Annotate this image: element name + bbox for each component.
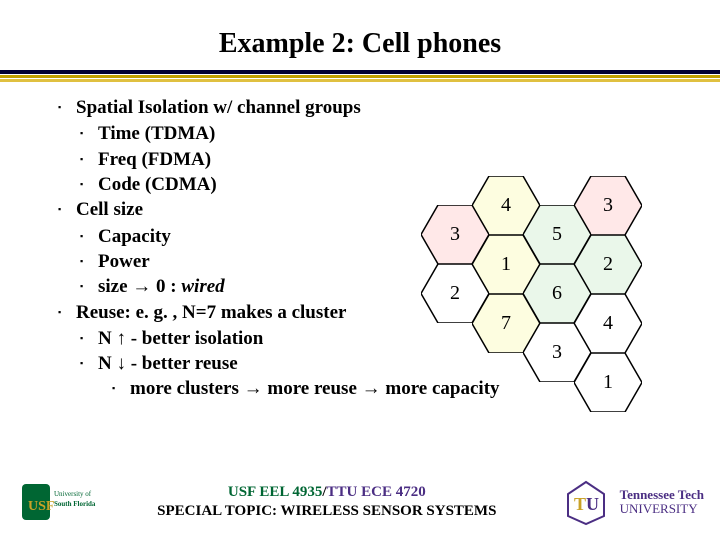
bullet-power: Power [80, 250, 700, 274]
text: Freq (FDMA) [98, 149, 211, 170]
title-divider [0, 70, 720, 82]
text: N [98, 328, 116, 349]
usf-logo-icon: USF University of South Florida [16, 476, 96, 528]
text: Capacity [98, 226, 171, 247]
ttu-logo-icon: T U [558, 476, 614, 528]
text: UNIVERSITY [620, 502, 704, 516]
bullet-time-tdma: Time (TDMA) [80, 122, 700, 146]
text: - better reuse [126, 353, 238, 374]
text: Spatial Isolation w/ channel groups [76, 97, 361, 118]
footer-text: USF EEL 4935/TTU ECE 4720 SPECIAL TOPIC:… [96, 483, 558, 521]
text: Tennessee Tech [620, 488, 704, 502]
bullet-n-up: N ↑ - better isolation [80, 327, 700, 351]
bullet-code-cdma: Code (CDMA) [80, 173, 700, 197]
bullet-n-down: N ↓ - better reuse [80, 352, 700, 376]
text-usf-course: USF EEL 4935 [228, 484, 322, 500]
bullet-cell-size: Cell size [58, 198, 700, 222]
svg-text:USF: USF [28, 499, 54, 514]
svg-text:South Florida: South Florida [54, 500, 96, 508]
footer-subtitle: SPECIAL TOPIC: WIRELESS SENSOR SYSTEMS [96, 502, 558, 521]
arrow-icon: → [132, 276, 151, 297]
slide-title: Example 2: Cell phones [0, 0, 720, 70]
text: Cell size [76, 199, 143, 220]
text: more clusters → more reuse → more capaci… [130, 378, 500, 399]
down-arrow-icon: ↓ [116, 353, 126, 374]
bullet-freq-fdma: Freq (FDMA) [80, 148, 700, 172]
text-italic: wired [181, 276, 224, 297]
bullet-spatial-isolation: Spatial Isolation w/ channel groups [58, 96, 700, 120]
bullet-size-wired: size → 0 : wired [80, 275, 700, 299]
slide-body: Spatial Isolation w/ channel groups Time… [0, 82, 720, 402]
text: N [98, 353, 116, 374]
svg-text:T: T [574, 494, 586, 514]
text: Power [98, 251, 150, 272]
text: - better isolation [126, 328, 263, 349]
text: Code (CDMA) [98, 174, 217, 195]
svg-text:U: U [586, 494, 599, 514]
svg-text:University of: University of [54, 490, 92, 498]
text: size [98, 276, 132, 297]
bullet-capacity: Capacity [80, 225, 700, 249]
bullet-reuse: Reuse: e. g. , N=7 makes a cluster [58, 301, 700, 325]
ttu-text: Tennessee Tech UNIVERSITY [620, 488, 704, 517]
text: Time (TDMA) [98, 123, 215, 144]
up-arrow-icon: ↑ [116, 328, 126, 349]
text: 0 : [151, 276, 181, 297]
text: Reuse: e. g. , N=7 makes a cluster [76, 302, 346, 323]
bullet-more-clusters: more clusters → more reuse → more capaci… [112, 377, 700, 401]
text-ttu-course: TTU ECE 4720 [327, 484, 426, 500]
slide-footer: USF University of South Florida USF EEL … [0, 476, 720, 528]
